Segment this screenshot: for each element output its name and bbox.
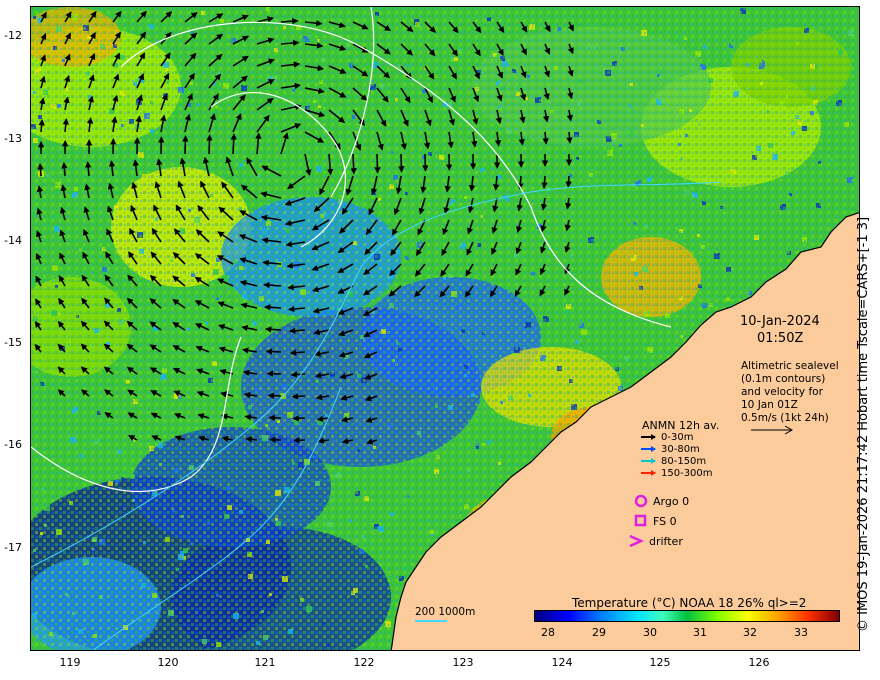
- argo-legend: Argo 0: [634, 494, 689, 508]
- altimetry-description: Altimetric sealevel (0.1m contours) and …: [741, 360, 839, 425]
- lat-tick: -15: [4, 336, 22, 349]
- lat-tick: -13: [4, 132, 22, 145]
- colorbar-tick: 28: [541, 626, 555, 639]
- sst-map[interactable]: [30, 6, 860, 651]
- lon-tick: 121: [254, 656, 276, 669]
- lon-tick: 120: [157, 656, 179, 669]
- legend-item: 80-150m: [641, 455, 706, 467]
- altimetry-line: and velocity for: [741, 386, 823, 398]
- legend-label: 80-150m: [661, 455, 707, 467]
- colorbar-tick: 33: [794, 626, 808, 639]
- legend-item: 30-80m: [641, 443, 700, 455]
- arrow-icon: [641, 470, 656, 476]
- chevron-right-icon: [629, 534, 644, 548]
- isobath-legend: 200 1000m: [415, 606, 476, 618]
- square-icon: [634, 514, 647, 527]
- lat-tick: -12: [4, 29, 22, 42]
- arrow-icon: [641, 446, 656, 452]
- lon-tick: 125: [649, 656, 671, 669]
- circle-icon: [634, 494, 648, 508]
- lon-tick: 126: [748, 656, 770, 669]
- isobath-line-icon: [415, 620, 447, 622]
- colorbar-tick: 30: [643, 626, 657, 639]
- lat-tick: -14: [4, 234, 22, 247]
- drifter-label: drifter: [649, 534, 683, 548]
- date-label: 10-Jan-2024: [740, 314, 820, 329]
- lat-tick: -17: [4, 541, 22, 554]
- argo-label: Argo 0: [653, 494, 690, 508]
- lon-tick: 124: [551, 656, 573, 669]
- legend-label: 0-30m: [661, 431, 694, 443]
- colorbar-tick: 31: [693, 626, 707, 639]
- drifter-legend: drifter: [628, 534, 683, 548]
- scale-arrow-icon: [751, 425, 794, 435]
- legend-label: 30-80m: [661, 443, 700, 455]
- lat-tick: -16: [4, 438, 22, 451]
- altimetry-line: (0.1m contours): [741, 373, 826, 385]
- time-label: 01:50Z: [757, 331, 804, 346]
- fs-legend: FS 0: [634, 514, 677, 528]
- altimetry-line: Altimetric sealevel: [741, 360, 839, 372]
- fs-label: FS 0: [653, 514, 677, 528]
- lon-tick: 123: [452, 656, 474, 669]
- legend-item: 150-300m: [641, 467, 713, 479]
- lon-tick: 122: [353, 656, 375, 669]
- colorbar-title: Temperature (°C) NOAA 18 26% ql>=2: [572, 596, 807, 610]
- sst-map-canvas: [31, 7, 859, 650]
- colorbar-tick: 32: [743, 626, 757, 639]
- legend-item: 0-30m: [641, 431, 693, 443]
- altimetry-line: 10 Jan 01Z: [741, 399, 798, 411]
- arrow-icon: [641, 458, 656, 464]
- arrow-icon: [641, 434, 656, 440]
- colorbar: [534, 610, 840, 622]
- legend-label: 150-300m: [661, 467, 713, 479]
- credit-text: © IMOS 19-Jan-2026 21:17:42 Hobart time …: [856, 216, 871, 632]
- colorbar-tick: 29: [592, 626, 606, 639]
- lon-tick: 119: [59, 656, 81, 669]
